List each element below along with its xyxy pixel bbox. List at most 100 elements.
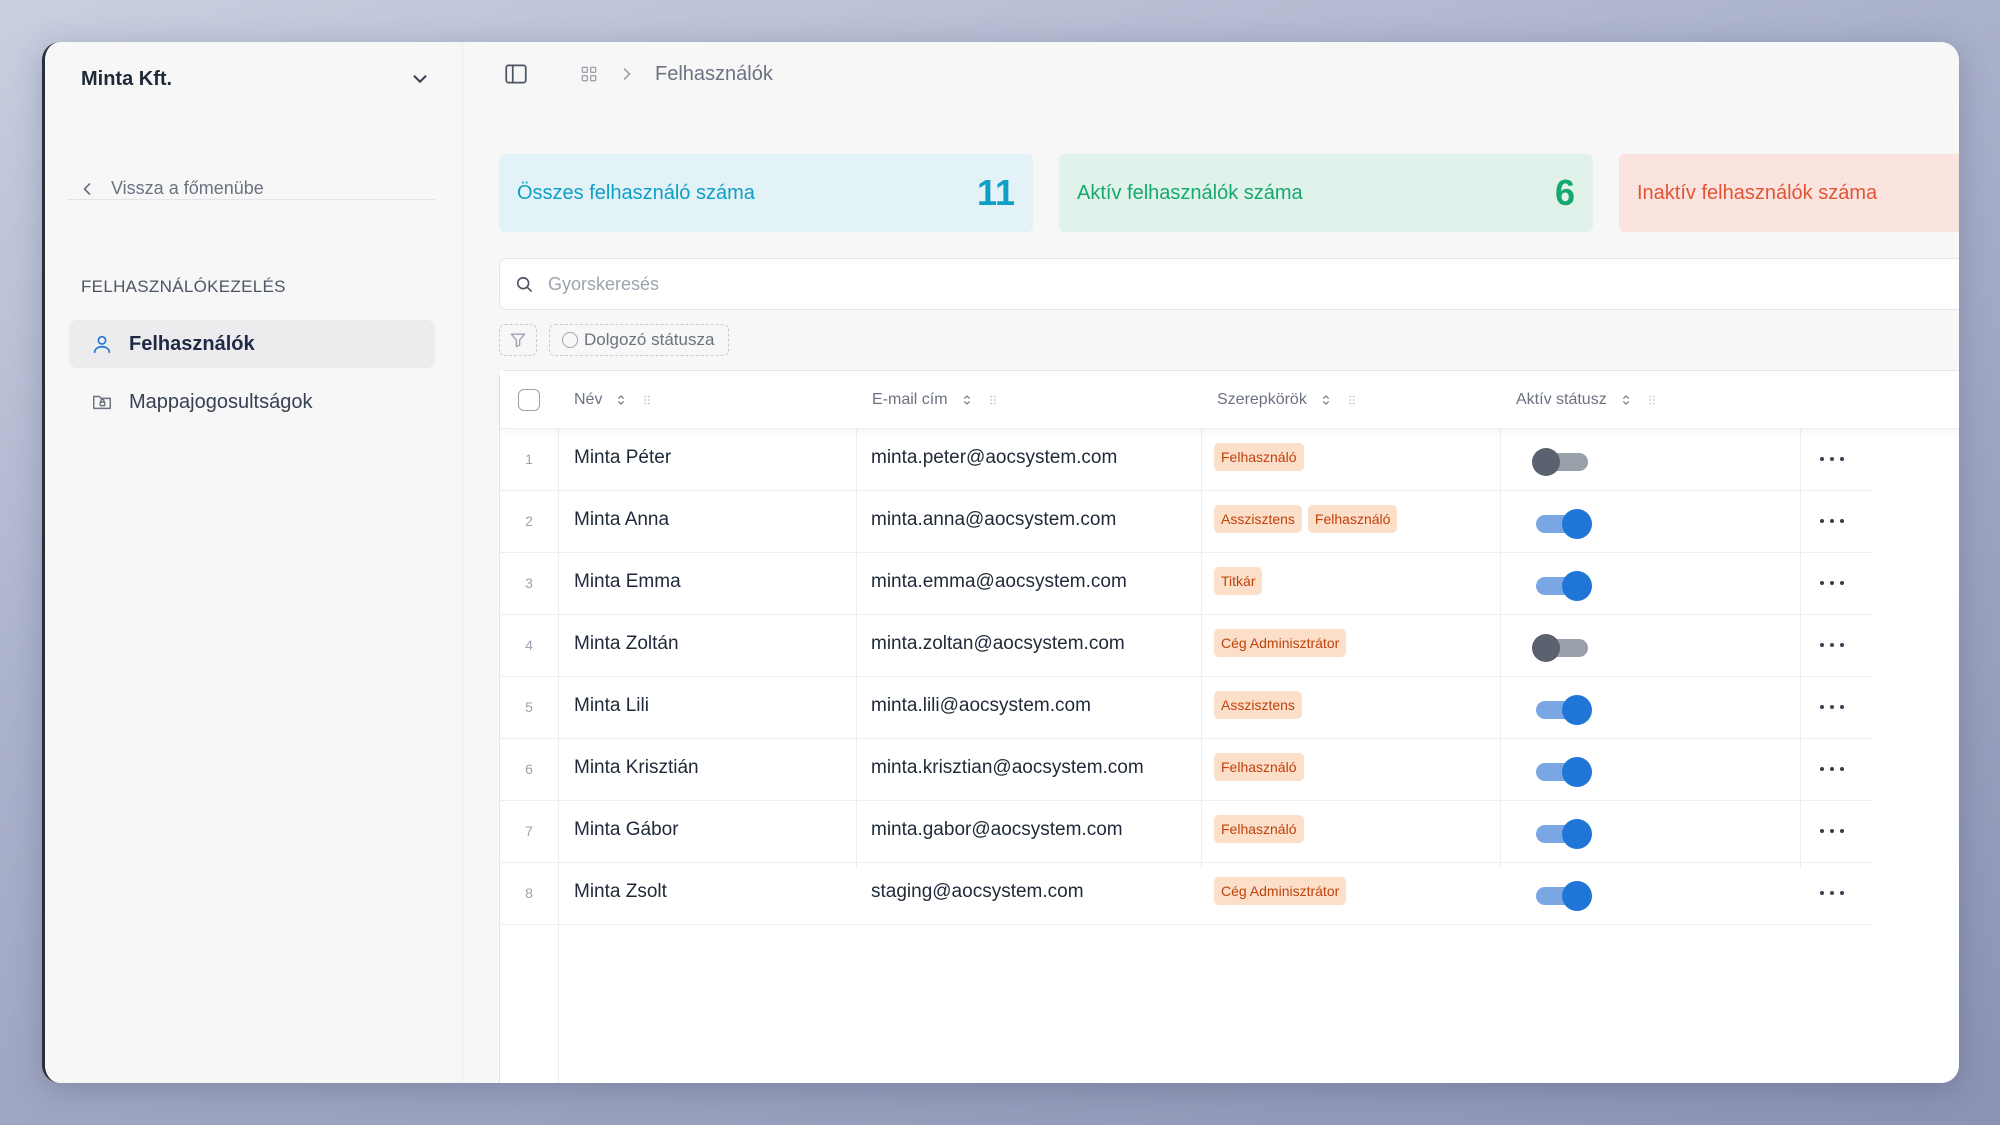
user-name: Minta Zoltán — [574, 633, 679, 654]
back-to-main-menu-link[interactable]: Vissza a főmenübe — [77, 178, 264, 199]
breadcrumb: Felhasználók — [579, 63, 773, 86]
row-index: 6 — [525, 761, 533, 777]
toggle-knob — [1532, 634, 1560, 662]
stat-label: Inaktív felhasználók száma — [1637, 181, 1878, 204]
filter-button[interactable] — [499, 324, 537, 356]
role-list: Asszisztens — [1214, 691, 1302, 719]
row-index: 4 — [525, 637, 533, 653]
column-title: Aktív státusz — [1516, 391, 1607, 408]
user-email: minta.krisztian@aocsystem.com — [871, 757, 1144, 778]
sidebar-item-folder-permissions[interactable]: Mappajogosultságok — [69, 378, 435, 426]
chevron-down-icon — [413, 75, 427, 83]
toggle-knob — [1562, 571, 1592, 601]
role-list: Felhasználó — [1214, 815, 1304, 843]
stat-card-inactive-users: Inaktív felhasználók száma — [1619, 154, 1959, 232]
toggle-knob — [1562, 695, 1592, 725]
select-all-checkbox[interactable] — [518, 389, 540, 411]
drag-handle-icon[interactable] — [640, 393, 654, 407]
org-switcher[interactable]: Minta Kft. — [81, 57, 431, 101]
active-status-toggle[interactable] — [1532, 817, 1592, 849]
drag-handle-icon[interactable] — [986, 393, 1000, 407]
sort-icon[interactable] — [1319, 393, 1333, 407]
active-status-toggle[interactable] — [1532, 507, 1592, 539]
role-badge: Felhasználó — [1214, 443, 1304, 471]
chevron-right-icon — [623, 68, 631, 80]
table-header: Név E-mail cím Szerepkörök Aktív státusz — [500, 371, 1959, 429]
role-list: Felhasználó — [1214, 753, 1304, 781]
stat-card-active-users: Aktív felhasználók száma 6 — [1059, 154, 1593, 232]
table-row[interactable]: 1 Minta Péter minta.peter@aocsystem.com Fel… — [500, 429, 1872, 491]
drag-handle-icon[interactable] — [1645, 393, 1659, 407]
more-actions-icon[interactable] — [1820, 697, 1844, 717]
more-actions-icon[interactable] — [1820, 821, 1844, 841]
column-header-email[interactable]: E-mail cím — [872, 371, 1000, 429]
quick-search-input[interactable]: Gyorskeresés — [499, 258, 1959, 310]
search-icon — [516, 276, 532, 292]
drag-handle-icon[interactable] — [1345, 393, 1359, 407]
column-header-roles[interactable]: Szerepkörök — [1217, 371, 1359, 429]
role-badge: Asszisztens — [1214, 691, 1302, 719]
user-name: Minta Emma — [574, 571, 681, 592]
active-status-toggle[interactable] — [1532, 879, 1592, 911]
role-badge: Titkár — [1214, 567, 1263, 595]
table-row[interactable]: 3 Minta Emma minta.emma@aocsystem.com Titká… — [500, 553, 1872, 615]
user-name: Minta Péter — [574, 447, 672, 468]
circle-icon — [562, 332, 578, 348]
more-actions-icon[interactable] — [1820, 759, 1844, 779]
stat-label: Aktív felhasználók száma — [1077, 181, 1303, 204]
folder-lock-icon — [93, 395, 111, 410]
grid-icon[interactable] — [579, 64, 599, 84]
sort-icon[interactable] — [1619, 393, 1633, 407]
sidebar: Minta Kft. Vissza a főmenübe FELHASZNÁLÓ… — [45, 42, 463, 1083]
active-status-toggle[interactable] — [1532, 631, 1592, 663]
role-badge: Felhasználó — [1307, 505, 1398, 533]
sidebar-toggle-icon[interactable] — [503, 61, 529, 87]
role-badge: Cég Adminisztrátor — [1214, 629, 1347, 657]
search-placeholder: Gyorskeresés — [548, 273, 660, 294]
sort-icon[interactable] — [614, 393, 628, 407]
active-status-toggle[interactable] — [1532, 445, 1592, 477]
user-name: Minta Gábor — [574, 819, 679, 840]
column-title: E-mail cím — [872, 391, 948, 408]
breadcrumb-current: Felhasználók — [655, 62, 773, 85]
active-status-toggle[interactable] — [1532, 569, 1592, 601]
user-name: Minta Krisztián — [574, 757, 699, 778]
user-name: Minta Anna — [574, 509, 670, 530]
table-row[interactable]: 5 Minta Lili minta.lili@aocsystem.com Asszi… — [500, 677, 1872, 739]
user-name: Minta Lili — [574, 695, 649, 716]
table-row[interactable]: 8 Minta Zsolt staging@aocsystem.com Cég Adm… — [500, 863, 1872, 925]
stat-label: Összes felhasználó száma — [517, 181, 755, 204]
row-index: 8 — [525, 885, 533, 901]
column-header-name[interactable]: Név — [574, 371, 654, 429]
filter-label: Dolgozó státusza — [584, 330, 715, 349]
table-row[interactable]: 6 Minta Krisztián minta.krisztian@aocsyste… — [500, 739, 1872, 801]
row-index: 5 — [525, 699, 533, 715]
column-title: Szerepkörök — [1217, 391, 1307, 408]
table-row[interactable]: 4 Minta Zoltán minta.zoltan@aocsystem.com C… — [500, 615, 1872, 677]
main-content: Felhasználók Összes felhasználó száma 11… — [463, 42, 1959, 1083]
role-badge: Asszisztens — [1214, 505, 1302, 533]
more-actions-icon[interactable] — [1820, 573, 1844, 593]
column-header-active-status[interactable]: Aktív státusz — [1516, 371, 1659, 429]
back-label: Vissza a főmenübe — [111, 178, 264, 198]
more-actions-icon[interactable] — [1820, 635, 1844, 655]
more-actions-icon[interactable] — [1820, 511, 1844, 531]
user-email: minta.gabor@aocsystem.com — [871, 819, 1123, 840]
role-list: Cég Adminisztrátor — [1214, 629, 1347, 657]
active-status-toggle[interactable] — [1532, 693, 1592, 725]
active-status-toggle[interactable] — [1532, 755, 1592, 787]
toggle-knob — [1562, 757, 1592, 787]
column-title: Név — [574, 391, 603, 408]
employee-status-filter[interactable]: Dolgozó státusza — [549, 324, 730, 356]
role-list: Cég Adminisztrátor — [1214, 877, 1347, 905]
table-row[interactable]: 2 Minta Anna minta.anna@aocsystem.com Asszi… — [500, 491, 1872, 553]
user-email: staging@aocsystem.com — [871, 881, 1084, 902]
sort-icon[interactable] — [960, 393, 974, 407]
table-row[interactable]: 7 Minta Gábor minta.gabor@aocsystem.com Fel… — [500, 801, 1872, 863]
stat-value: 11 — [976, 172, 1015, 213]
role-list: Asszisztens Felhasználó — [1214, 505, 1398, 533]
more-actions-icon[interactable] — [1820, 449, 1844, 469]
more-actions-icon[interactable] — [1820, 883, 1844, 903]
topbar: Felhasználók — [503, 52, 773, 96]
sidebar-item-users[interactable]: Felhasználók — [69, 320, 435, 368]
